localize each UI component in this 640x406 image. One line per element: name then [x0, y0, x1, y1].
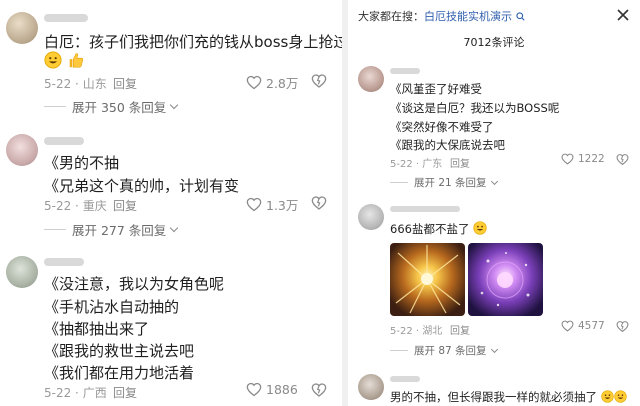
expand-replies-button[interactable]: 展开 21 条回复	[390, 175, 498, 190]
comment-count-title: 7012条评论	[463, 36, 525, 49]
grinning-face-emoji	[613, 390, 627, 403]
reply-button[interactable]: 回复	[450, 322, 470, 337]
username-blurred[interactable]	[44, 14, 88, 22]
comment-meta: 5-22 · 湖北	[390, 326, 443, 337]
heart-icon	[246, 382, 262, 397]
like-count: 1.3万	[266, 198, 299, 213]
avatar[interactable]	[358, 66, 384, 92]
comment-text: 《风堇歪了好难受	[390, 82, 482, 96]
chevron-down-icon	[490, 177, 498, 185]
comment-text: 《跟我的大保底说去吧	[390, 138, 505, 152]
dislike-icon[interactable]	[311, 195, 327, 211]
chevron-down-icon	[490, 345, 498, 353]
grinning-face-emoji	[600, 390, 614, 403]
like-button[interactable]: 1222	[561, 153, 605, 165]
like-button[interactable]: 1.3万	[246, 195, 298, 214]
comment-text: 《男的不抽	[44, 154, 120, 172]
thumbs-up-emoji	[69, 53, 83, 68]
comment-text: 白厄：孩子们我把你们充的钱从boss身上抢过来了	[44, 33, 342, 51]
expand-replies-button[interactable]: 展开 277 条回复	[44, 220, 179, 239]
game-art-icon	[480, 252, 530, 307]
reply-button[interactable]: 回复	[113, 384, 137, 401]
comment-text: 666盐都不盐了	[390, 221, 487, 237]
game-art-icon	[395, 245, 461, 314]
expand-replies-button[interactable]: 展开 87 条回复	[390, 343, 498, 358]
attached-image[interactable]	[468, 243, 543, 316]
username-blurred[interactable]	[390, 206, 460, 212]
grinning-face-emoji	[44, 51, 62, 69]
comment-text: 《跟我的救世主说去吧	[44, 342, 195, 360]
reply-button[interactable]: 回复	[113, 197, 137, 214]
avatar[interactable]	[6, 134, 38, 166]
heart-icon	[561, 320, 574, 332]
like-count: 1222	[578, 153, 605, 165]
like-count: 1886	[266, 382, 298, 397]
username-blurred[interactable]	[44, 137, 84, 145]
search-term-link[interactable]: 白厄技能实机演示	[424, 10, 512, 23]
reply-button[interactable]: 回复	[113, 75, 137, 92]
like-button[interactable]: 4577	[561, 320, 605, 332]
comment-text: 《突然好像不难受了	[390, 120, 494, 134]
avatar[interactable]	[6, 256, 38, 288]
like-button[interactable]: 2.8万	[246, 73, 298, 92]
chevron-down-icon	[170, 223, 179, 233]
reply-button[interactable]: 回复	[450, 155, 470, 170]
left-comment-panel: 白厄：孩子们我把你们充的钱从boss身上抢过来了 5-22 · 山东 回复 2.…	[0, 0, 342, 406]
comment-text: 男的不抽，但长得跟我一样的就必须抽了	[390, 389, 627, 405]
comment-emoji-line	[44, 51, 85, 71]
like-button[interactable]: 1886	[246, 382, 298, 397]
comment-meta: 5-22 · 广东	[390, 159, 443, 170]
search-prefix: 大家都在搜：	[358, 10, 424, 23]
dislike-icon[interactable]	[311, 382, 327, 398]
attached-image[interactable]	[390, 243, 465, 316]
comment-text: 《谈这是白厄？我还以为BOSS呢	[390, 101, 560, 115]
search-icon	[515, 12, 525, 21]
like-count: 2.8万	[266, 76, 299, 91]
avatar[interactable]	[6, 12, 38, 44]
chevron-down-icon	[170, 100, 179, 110]
heart-icon	[561, 153, 574, 165]
comment-text: 《手机沾水自动抽的	[44, 298, 180, 316]
like-count: 4577	[578, 320, 605, 332]
right-comment-panel: 大家都在搜：白厄技能实机演示 7012条评论 《风堇歪了好难受 《谈这是白厄？我…	[348, 0, 640, 406]
dislike-icon[interactable]	[616, 320, 629, 333]
heart-icon	[246, 75, 262, 90]
avatar[interactable]	[358, 374, 384, 400]
comment-meta: 5-22 · 广西	[44, 386, 107, 400]
search-suggestion[interactable]: 大家都在搜：白厄技能实机演示	[358, 8, 525, 24]
username-blurred[interactable]	[390, 68, 420, 74]
username-blurred[interactable]	[44, 258, 84, 266]
heart-icon	[246, 197, 262, 212]
comment-meta: 5-22 · 山东	[44, 77, 107, 91]
dislike-icon[interactable]	[311, 73, 327, 89]
close-icon[interactable]	[616, 8, 630, 22]
dislike-icon[interactable]	[616, 153, 629, 166]
expand-replies-button[interactable]: 展开 350 条回复	[44, 97, 179, 116]
avatar[interactable]	[358, 204, 384, 230]
comment-text: 《兄弟这个真的帅，计划有变	[44, 177, 240, 195]
comment-text: 《抽都抽出来了	[44, 320, 150, 338]
comment-text: 《我们都在用力地活着	[44, 364, 195, 382]
comment-text: 《没注意，我以为女角色呢	[44, 275, 225, 293]
comment-meta: 5-22 · 重庆	[44, 199, 107, 213]
grinning-face-emoji	[473, 221, 487, 235]
username-blurred[interactable]	[390, 376, 420, 382]
